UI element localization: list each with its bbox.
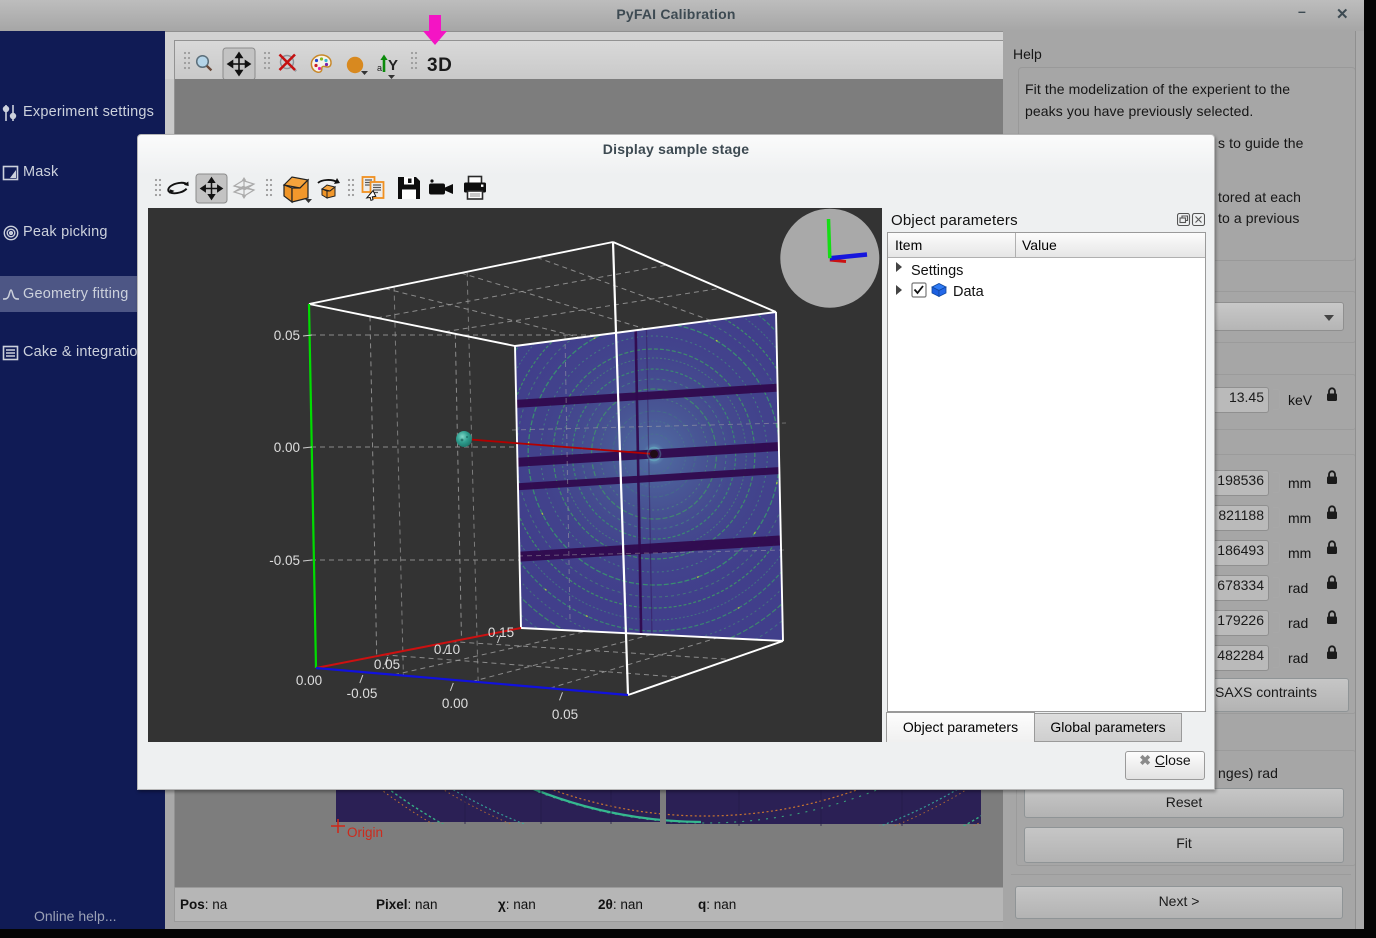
svg-text:0.00: 0.00 <box>274 440 300 455</box>
svg-text:0.05: 0.05 <box>374 657 400 672</box>
svg-text:a: a <box>377 63 382 73</box>
svg-text:0.10: 0.10 <box>434 642 460 657</box>
svg-text:Settings: Settings <box>911 263 963 279</box>
svg-text:Y: Y <box>388 57 398 74</box>
svg-text:0.05: 0.05 <box>552 707 578 722</box>
svg-text:0.00: 0.00 <box>442 696 468 711</box>
svg-text:0.05: 0.05 <box>274 328 300 343</box>
svg-text:-0.05: -0.05 <box>269 553 300 568</box>
svg-text:0.15: 0.15 <box>488 625 514 640</box>
svg-text:Data: Data <box>953 284 985 300</box>
svg-text:0.00: 0.00 <box>296 673 322 688</box>
svg-text:-0.05: -0.05 <box>347 686 378 701</box>
svg-text:Origin: Origin <box>347 825 383 840</box>
svg-text:3D: 3D <box>427 55 452 76</box>
